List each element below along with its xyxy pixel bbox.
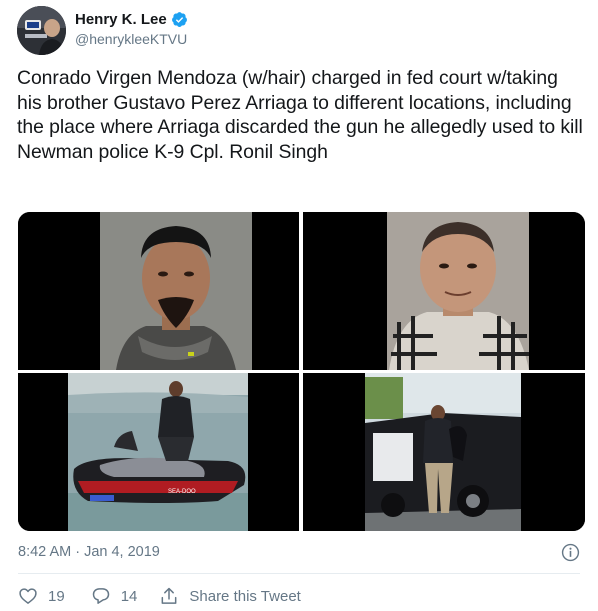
officer-with-k9-photo[interactable] (303, 373, 585, 531)
heart-icon (19, 588, 37, 604)
reply-count: 14 (120, 587, 138, 605)
reply-button[interactable]: 14 (91, 586, 138, 606)
share-label: Share this Tweet (189, 587, 301, 605)
tweet-actions: 19 14 Share this Tweet (18, 583, 301, 609)
media-grid: SEA-DOO (18, 212, 585, 531)
share-button[interactable]: Share this Tweet (159, 586, 301, 606)
like-count: 19 (48, 587, 65, 605)
mugshot-with-hair[interactable] (18, 212, 299, 370)
mugshot-bald[interactable] (303, 212, 585, 370)
author-names: Henry K. Lee @henrykleeKTVU (75, 11, 188, 47)
share-icon (161, 587, 177, 604)
tweet-card: Henry K. Lee @henrykleeKTVU Conrado Virg… (0, 0, 598, 611)
author-handle[interactable]: @henrykleeKTVU (75, 31, 188, 47)
timestamp[interactable]: 8:42 AM · Jan 4, 2019 (18, 544, 160, 560)
reply-icon (92, 588, 109, 604)
divider (18, 573, 580, 574)
info-icon[interactable] (561, 543, 580, 562)
svg-text:SEA-DOO: SEA-DOO (168, 489, 196, 495)
tweet-text: Conrado Virgen Mendoza (w/hair) charged … (17, 67, 583, 163)
tweet-meta: 8:42 AM · Jan 4, 2019 (18, 542, 580, 562)
avatar[interactable] (17, 5, 66, 55)
tweet-header: Henry K. Lee @henrykleeKTVU (17, 3, 188, 57)
jet-ski-photo[interactable]: SEA-DOO (18, 373, 299, 531)
verified-badge-icon (171, 11, 187, 27)
display-name[interactable]: Henry K. Lee (75, 11, 167, 28)
like-button[interactable]: 19 (18, 586, 65, 606)
